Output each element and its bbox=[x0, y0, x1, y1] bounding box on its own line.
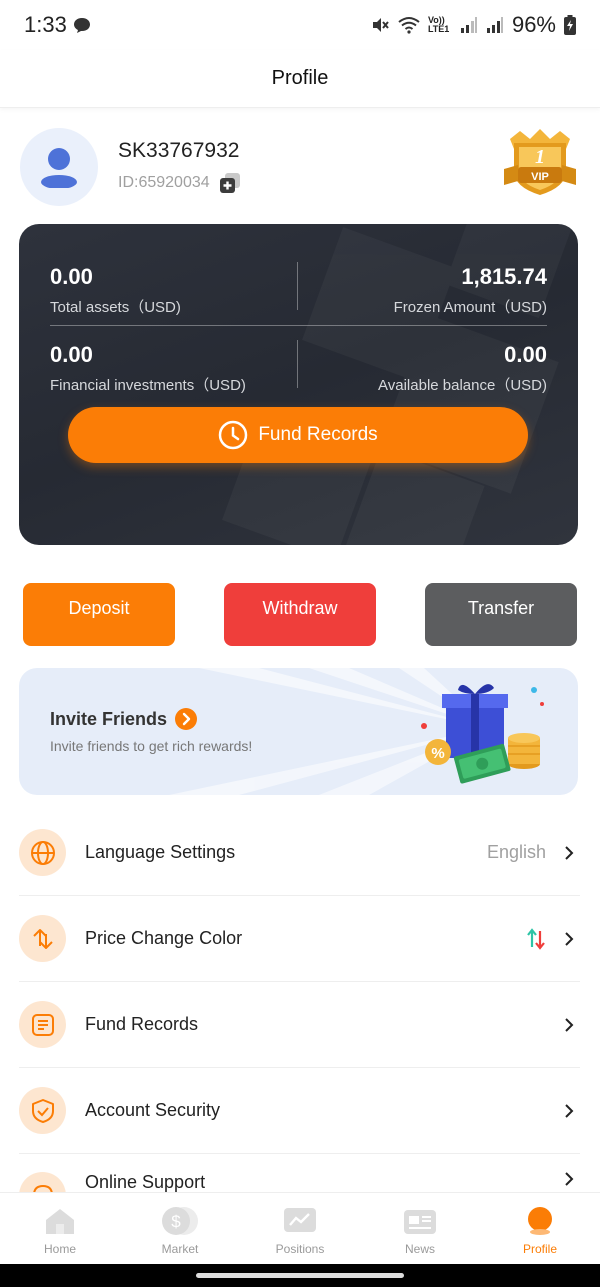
user-id: ID:65920034 bbox=[118, 174, 210, 191]
up-down-color-icon bbox=[526, 927, 546, 951]
status-icons: Vo)) LTE1 96% bbox=[370, 12, 576, 38]
menu-item-label: Price Change Color bbox=[85, 928, 243, 948]
menu-item-online-support[interactable]: Online Support bbox=[19, 1154, 580, 1194]
settings-menu: Language Settings English Price Change C… bbox=[19, 810, 580, 1194]
chevron-right-icon bbox=[565, 1172, 574, 1186]
gift-coins-illustration: % bbox=[421, 684, 544, 784]
menu-item-label: Online Support bbox=[85, 1172, 206, 1192]
divider-horizontal bbox=[50, 325, 547, 326]
tab-label: Home bbox=[43, 1242, 76, 1256]
tab-market[interactable]: $ Market bbox=[120, 1193, 240, 1264]
fund-records-button[interactable]: Fund Records bbox=[68, 407, 528, 463]
asset-card: 0.00 Total assets（USD) 1,815.74 Frozen A… bbox=[19, 224, 578, 545]
clock-icon bbox=[219, 420, 248, 450]
frozen-amount: 1,815.74 Frozen Amount（USD) bbox=[308, 264, 547, 317]
asset-row-1: 0.00 Total assets（USD) 1,815.74 Frozen A… bbox=[50, 264, 547, 317]
available-balance: 0.00 Available balance（USD) bbox=[308, 342, 547, 395]
page-title: Profile bbox=[271, 67, 329, 89]
tab-label: Market bbox=[161, 1242, 199, 1256]
chevron-right-icon bbox=[565, 845, 574, 860]
status-bar: 1:33 Vo)) LTE1 96% bbox=[0, 0, 600, 50]
user-id-row: ID:65920034 bbox=[118, 171, 242, 195]
invite-title: Invite Friends bbox=[50, 708, 168, 729]
menu-item-account-security[interactable]: Account Security bbox=[19, 1068, 580, 1154]
home-icon bbox=[46, 1209, 74, 1234]
tab-news[interactable]: News bbox=[360, 1193, 480, 1264]
profile-info: SK33767932 ID:65920034 bbox=[118, 139, 242, 195]
document-icon bbox=[19, 1001, 66, 1048]
divider-vertical-1 bbox=[297, 262, 298, 310]
tab-label: Profile bbox=[522, 1242, 557, 1256]
financial-investments: 0.00 Financial investments（USD) bbox=[50, 342, 289, 395]
headset-icon bbox=[19, 1172, 66, 1194]
svg-text:%: % bbox=[431, 745, 444, 762]
frozen-amount-label: Frozen Amount（USD) bbox=[393, 299, 547, 316]
invite-subtitle: Invite friends to get rich rewards! bbox=[50, 738, 253, 754]
total-assets: 0.00 Total assets（USD) bbox=[50, 264, 289, 317]
fund-records-button-label: Fund Records bbox=[258, 424, 378, 445]
tab-home[interactable]: Home bbox=[0, 1193, 120, 1264]
available-balance-value: 0.00 bbox=[504, 342, 547, 367]
dollar-coin-icon: $ bbox=[162, 1207, 198, 1235]
chat-bubble-icon bbox=[73, 18, 90, 33]
exchange-arrows-icon bbox=[19, 915, 66, 962]
battery-percent: 96% bbox=[511, 12, 556, 37]
svg-text:$: $ bbox=[171, 1212, 181, 1231]
profile-section: SK33767932 ID:65920034 1 VIP bbox=[20, 127, 580, 207]
signal-icon bbox=[460, 17, 477, 33]
avatar[interactable] bbox=[20, 128, 98, 206]
tab-positions[interactable]: Positions bbox=[240, 1193, 360, 1264]
menu-item-price-change-color[interactable]: Price Change Color bbox=[19, 896, 580, 982]
tab-label: Positions bbox=[275, 1242, 325, 1256]
status-time-group: 1:33 bbox=[24, 12, 91, 38]
chevron-right-icon bbox=[565, 1103, 574, 1118]
tab-label: News bbox=[404, 1242, 435, 1256]
menu-item-label: Language Settings bbox=[85, 842, 236, 862]
chevron-right-icon bbox=[565, 931, 574, 946]
language-value: English bbox=[486, 842, 546, 862]
newspaper-icon bbox=[404, 1210, 436, 1234]
bottom-tab-bar: Home $ Market Positions News Profile bbox=[0, 1192, 600, 1264]
shield-check-icon bbox=[19, 1087, 66, 1134]
arrow-right-circle-icon bbox=[175, 708, 198, 730]
chart-icon bbox=[284, 1208, 316, 1232]
vip-level: 1 bbox=[535, 146, 545, 168]
invite-friends-banner[interactable]: Invite Friends Invite friends to get ric… bbox=[19, 668, 578, 795]
page-header: Profile bbox=[0, 50, 600, 108]
asset-row-2: 0.00 Financial investments（USD) 0.00 Ava… bbox=[50, 342, 547, 395]
status-time: 1:33 bbox=[24, 12, 67, 37]
vip-badge-icon: 1 VIP bbox=[504, 129, 576, 195]
available-balance-label: Available balance（USD) bbox=[378, 377, 547, 394]
deposit-button[interactable]: Deposit bbox=[23, 583, 175, 646]
transfer-button[interactable]: Transfer bbox=[425, 583, 577, 646]
financial-investments-label: Financial investments（USD) bbox=[50, 377, 246, 394]
wifi-icon bbox=[398, 17, 420, 34]
battery-icon bbox=[564, 15, 576, 35]
vip-label: VIP bbox=[531, 171, 549, 183]
username: SK33767932 bbox=[118, 139, 240, 162]
network-label: Vo)) LTE1 bbox=[427, 15, 450, 34]
menu-item-language-settings[interactable]: Language Settings English bbox=[19, 810, 580, 896]
home-gesture-handle[interactable] bbox=[196, 1273, 404, 1278]
total-assets-label: Total assets（USD) bbox=[50, 299, 181, 316]
chevron-right-icon bbox=[565, 1017, 574, 1032]
withdraw-button[interactable]: Withdraw bbox=[224, 583, 376, 646]
frozen-amount-value: 1,815.74 bbox=[461, 264, 547, 289]
menu-item-label: Fund Records bbox=[85, 1014, 199, 1034]
user-avatar-icon bbox=[41, 148, 77, 188]
financial-investments-value: 0.00 bbox=[50, 342, 93, 367]
globe-icon bbox=[19, 829, 66, 876]
invite-title-row: Invite Friends bbox=[50, 708, 198, 730]
system-navigation-bar bbox=[0, 1264, 600, 1287]
copy-icon[interactable] bbox=[218, 171, 242, 195]
menu-item-fund-records[interactable]: Fund Records bbox=[19, 982, 580, 1068]
total-assets-value: 0.00 bbox=[50, 264, 93, 289]
tab-profile[interactable]: Profile bbox=[480, 1193, 600, 1264]
signal-icon-2 bbox=[486, 17, 503, 33]
profile-icon bbox=[528, 1207, 552, 1235]
menu-item-label: Account Security bbox=[85, 1100, 221, 1120]
mute-icon bbox=[372, 18, 389, 32]
